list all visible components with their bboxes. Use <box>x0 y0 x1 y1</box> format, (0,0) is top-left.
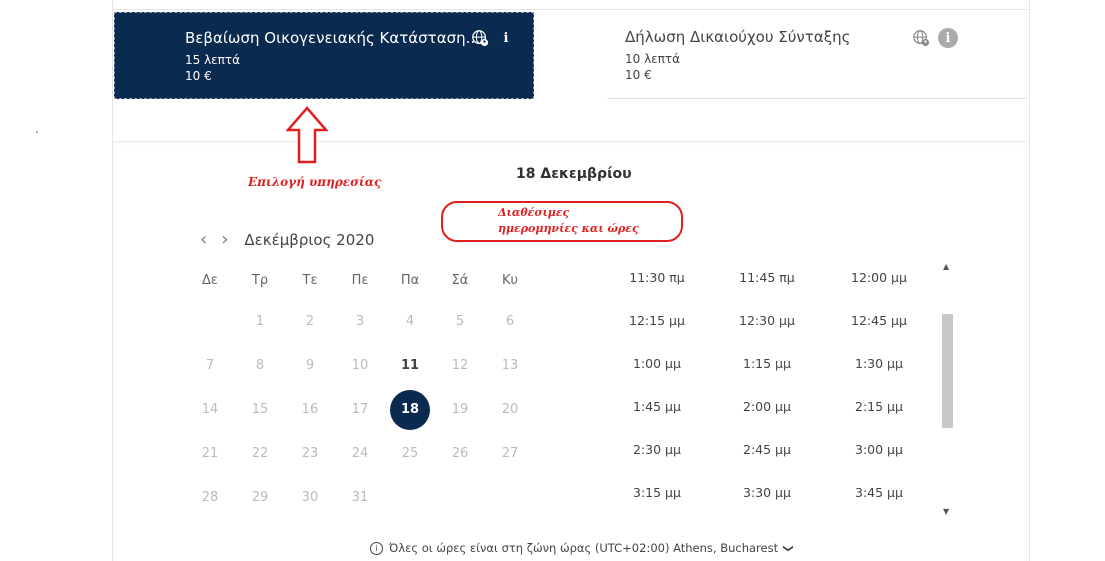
section-divider <box>112 141 1028 142</box>
booking-page: . Βεβαίωση Οικογενειακής Κατάσταση... 15… <box>0 0 1105 561</box>
service-duration: 10 λεπτά <box>625 52 681 66</box>
globe-icon <box>472 30 489 47</box>
calendar-day: 30 <box>301 490 319 505</box>
time-slot-button[interactable]: 3:00 μμ <box>834 442 924 457</box>
calendar-day: 16 <box>301 402 319 417</box>
time-slot-button[interactable]: 3:30 μμ <box>722 485 812 500</box>
annotation-available-line2: ημερομηνίες και ώρες <box>498 222 639 235</box>
top-border <box>112 9 1028 10</box>
calendar-day: 20 <box>501 402 519 417</box>
time-slot-button[interactable]: 2:30 μμ <box>612 442 702 457</box>
calendar-day: 24 <box>351 446 369 461</box>
calendar-day: 3 <box>355 314 365 329</box>
calendar-day: 12 <box>451 358 469 373</box>
time-slot-button[interactable]: 1:00 μμ <box>612 356 702 371</box>
time-slot-button[interactable]: 12:15 μμ <box>612 313 702 328</box>
calendar-day-available[interactable]: 11 <box>390 346 430 386</box>
service-card-selected[interactable]: Βεβαίωση Οικογενειακής Κατάσταση... 15 λ… <box>114 12 534 99</box>
calendar-day: 9 <box>305 358 315 373</box>
calendar-day: 13 <box>501 358 519 373</box>
annotation-available-box: Διαθέσιμες ημερομηνίες και ώρες <box>441 201 683 242</box>
calendar-day: 10 <box>351 358 369 373</box>
scrollbar-thumb[interactable] <box>942 314 953 428</box>
time-slot-button[interactable]: 2:45 μμ <box>722 442 812 457</box>
info-icon[interactable]: i <box>938 28 958 48</box>
calendar-day: 6 <box>505 314 515 329</box>
selected-date-title: 18 Δεκεμβρίου <box>516 166 632 182</box>
prev-month-button[interactable]: ‹ <box>200 229 207 250</box>
weekday-header: Σά <box>451 273 469 288</box>
time-slot-button[interactable]: 12:30 μμ <box>722 313 812 328</box>
service-title: Δήλωση Δικαιούχου Σύνταξης <box>625 28 851 46</box>
stray-dot: . <box>35 122 39 136</box>
service-card[interactable]: Δήλωση Δικαιούχου Σύνταξης 10 λεπτά 10 €… <box>607 12 1027 99</box>
service-price: 10 € <box>185 69 212 83</box>
calendar-day: 28 <box>201 490 219 505</box>
scroll-down-icon[interactable]: ▼ <box>943 507 949 516</box>
month-label: Δεκέμβριος 2020 <box>244 230 375 249</box>
time-slot-button[interactable]: 11:30 πμ <box>612 270 702 285</box>
calendar-day: 7 <box>205 358 215 373</box>
calendar-day: 15 <box>251 402 269 417</box>
calendar-day: 25 <box>401 446 419 461</box>
time-slot-button[interactable]: 1:30 μμ <box>834 356 924 371</box>
calendar-day: 22 <box>251 446 269 461</box>
timezone-selector[interactable]: i Όλες οι ώρες είναι στη ζώνη ώρας (UTC+… <box>370 541 794 555</box>
calendar-day: 5 <box>455 314 465 329</box>
weekday-header: Τε <box>302 273 318 288</box>
time-slot-button[interactable]: 2:15 μμ <box>834 399 924 414</box>
time-slot-button[interactable]: 11:45 πμ <box>722 270 812 285</box>
calendar-day: 19 <box>451 402 469 417</box>
calendar-day: 1 <box>255 314 265 329</box>
calendar-nav: ‹ › Δεκέμβριος 2020 <box>200 229 374 250</box>
calendar-day: 14 <box>201 402 219 417</box>
info-icon: i <box>370 541 383 555</box>
weekday-header: Κυ <box>501 273 519 288</box>
annotation-available-line1: Διαθέσιμες <box>498 206 570 219</box>
weekday-header: Πε <box>351 273 369 288</box>
next-month-button[interactable]: › <box>221 229 228 250</box>
calendar-day: 4 <box>405 314 415 329</box>
calendar-day-selected[interactable]: 18 <box>390 390 430 430</box>
time-slot-button[interactable]: 1:45 μμ <box>612 399 702 414</box>
chevron-down-icon: ❯ <box>782 543 794 553</box>
calendar-day: 29 <box>251 490 269 505</box>
time-slot-button[interactable]: 1:15 μμ <box>722 356 812 371</box>
info-icon[interactable]: i <box>497 29 515 47</box>
calendar-day: 17 <box>351 402 369 417</box>
service-price: 10 € <box>625 68 652 82</box>
time-slot-button[interactable]: 3:15 μμ <box>612 485 702 500</box>
time-slots-scrollbar[interactable]: ▲ ▼ <box>940 262 956 518</box>
time-slot-button[interactable]: 12:00 μμ <box>834 270 924 285</box>
scroll-up-icon[interactable]: ▲ <box>943 262 949 271</box>
calendar-day: 2 <box>305 314 315 329</box>
time-slot-button[interactable]: 3:45 μμ <box>834 485 924 500</box>
weekday-header: Δε <box>202 273 218 288</box>
weekday-header: Πα <box>400 273 420 288</box>
calendar-day: 21 <box>201 446 219 461</box>
calendar-day: 27 <box>501 446 519 461</box>
timezone-text: Όλες οι ώρες είναι στη ζώνη ώρας (UTC+02… <box>389 541 779 555</box>
time-slot-button[interactable]: 12:45 μμ <box>834 313 924 328</box>
calendar-day: 8 <box>255 358 265 373</box>
calendar-day: 26 <box>451 446 469 461</box>
globe-icon <box>913 30 930 47</box>
annotation-service-select: Επιλογή υπηρεσίας <box>248 175 382 189</box>
time-slot-button[interactable]: 2:00 μμ <box>722 399 812 414</box>
calendar-day: 23 <box>301 446 319 461</box>
service-duration: 15 λεπτά <box>185 53 241 67</box>
calendar-day: 31 <box>351 490 369 505</box>
weekday-header: Τρ <box>251 273 269 288</box>
annotation-arrow-icon <box>286 106 328 164</box>
